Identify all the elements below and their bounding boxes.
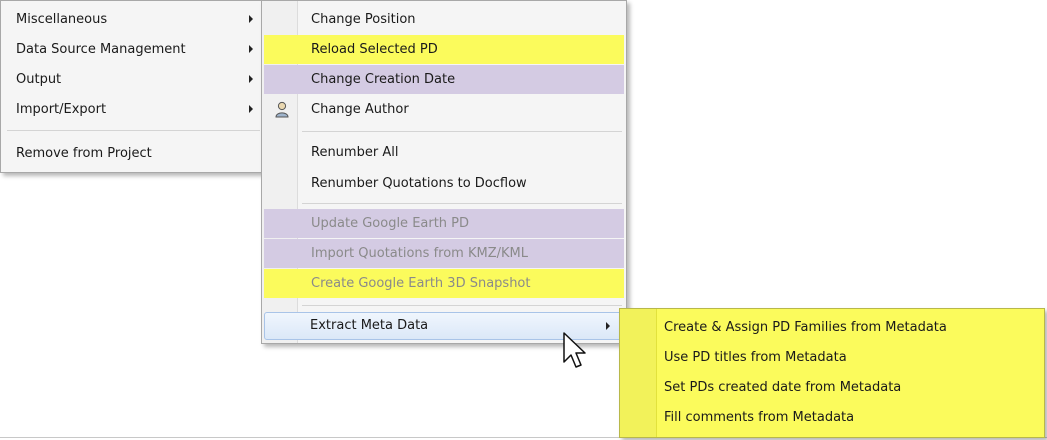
mouse-cursor-icon <box>563 332 586 368</box>
menu-item-label: Import/Export <box>16 102 107 117</box>
menu-separator <box>302 305 622 306</box>
menu-item-label: Miscellaneous <box>16 12 108 27</box>
submenu-arrow-icon <box>249 45 253 53</box>
submenu-extract-meta-data: Create & Assign PD Families from Metadat… <box>619 308 1045 438</box>
menu-item-label: Reload Selected PD <box>311 42 438 57</box>
menu-item-create-assign-pd-families[interactable]: Create & Assign PD Families from Metadat… <box>620 313 1044 342</box>
menu-item-label: Remove from Project <box>16 146 152 161</box>
menu-item-renumber-all[interactable]: Renumber All <box>264 138 624 167</box>
menu-item-label: Update Google Earth PD <box>311 216 470 231</box>
context-menu-main: Miscellaneous Data Source Management Out… <box>0 0 267 173</box>
menu-separator <box>7 130 260 131</box>
submenu-miscellaneous: Change Position Reload Selected PD Chang… <box>261 0 627 344</box>
menu-item-label: Create Google Earth 3D Snapshot <box>311 276 531 291</box>
menu-item-label: Change Creation Date <box>311 72 456 87</box>
menu-item-label: Fill comments from Metadata <box>664 410 855 425</box>
menu-item-label: Extract Meta Data <box>310 318 429 333</box>
user-icon <box>275 101 289 118</box>
menu-item-create-google-earth-3d-snapshot[interactable]: Create Google Earth 3D Snapshot <box>264 269 624 298</box>
menu-item-output[interactable]: Output <box>1 65 266 94</box>
menu-item-label: Data Source Management <box>16 42 186 57</box>
menu-item-renumber-quotations-to-docflow[interactable]: Renumber Quotations to Docflow <box>264 169 624 198</box>
menu-item-label: Use PD titles from Metadata <box>664 350 847 365</box>
menu-item-update-google-earth-pd[interactable]: Update Google Earth PD <box>264 209 624 238</box>
menu-item-import-quotations-from-kmz-kml[interactable]: Import Quotations from KMZ/KML <box>264 239 624 268</box>
menu-item-label: Renumber All <box>311 145 399 160</box>
menu-item-change-creation-date[interactable]: Change Creation Date <box>264 65 624 94</box>
menu-separator <box>302 131 622 132</box>
menu-item-label: Change Author <box>311 102 409 117</box>
menu-item-label: Set PDs created date from Metadata <box>664 380 902 395</box>
menu-item-label: Renumber Quotations to Docflow <box>311 176 527 191</box>
menu-item-label: Import Quotations from KMZ/KML <box>311 246 528 261</box>
menu-item-change-position[interactable]: Change Position <box>264 5 624 34</box>
menu-item-reload-selected-pd[interactable]: Reload Selected PD <box>264 35 624 64</box>
menu-item-label: Output <box>16 72 62 87</box>
submenu-arrow-icon <box>606 322 610 330</box>
submenu-arrow-icon <box>249 105 253 113</box>
submenu-arrow-icon <box>249 15 253 23</box>
menu-item-miscellaneous[interactable]: Miscellaneous <box>1 5 266 34</box>
menu-item-set-pds-created-date[interactable]: Set PDs created date from Metadata <box>620 373 1044 402</box>
menu-separator <box>302 203 622 204</box>
menu-item-import-export[interactable]: Import/Export <box>1 95 266 124</box>
menu-item-use-pd-titles[interactable]: Use PD titles from Metadata <box>620 343 1044 372</box>
menu-item-label: Create & Assign PD Families from Metadat… <box>664 320 947 335</box>
submenu-arrow-icon <box>249 75 253 83</box>
menu-item-change-author[interactable]: Change Author <box>264 95 624 124</box>
menu-item-fill-comments[interactable]: Fill comments from Metadata <box>620 403 1044 432</box>
menu-item-remove-from-project[interactable]: Remove from Project <box>1 139 266 168</box>
menu-item-label: Change Position <box>311 12 416 27</box>
menu-item-data-source-management[interactable]: Data Source Management <box>1 35 266 64</box>
